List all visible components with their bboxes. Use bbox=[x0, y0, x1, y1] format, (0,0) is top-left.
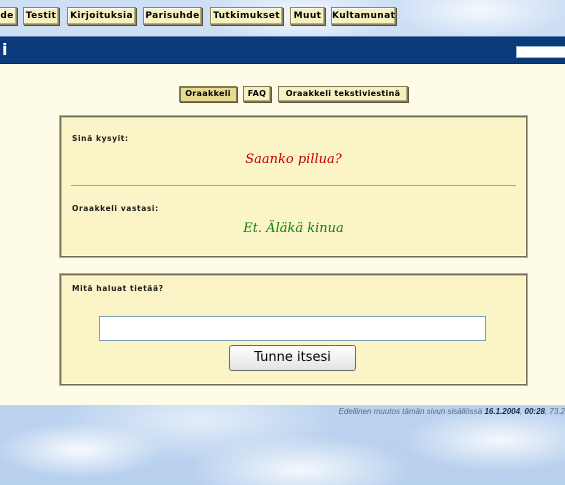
footer-date: 16.1.2004 bbox=[484, 407, 521, 416]
search-input[interactable] bbox=[516, 46, 565, 58]
nav-item-testit[interactable]: Testit bbox=[23, 7, 59, 25]
nav-item-tutkimukset[interactable]: Tutkimukset bbox=[210, 7, 283, 25]
last-modified-footer: Edellinen muutos tämän sivun sisällössä … bbox=[0, 407, 565, 416]
submit-button[interactable]: Tunne itsesi bbox=[229, 345, 356, 371]
nav-item-muut[interactable]: Muut bbox=[290, 7, 325, 25]
nav-item-de[interactable]: de bbox=[0, 7, 17, 25]
question-prompt-label: Mitä haluat tietää? bbox=[72, 284, 164, 293]
tab-oraakkeli-tekstiviestina[interactable]: Oraakkeli tekstiviestinä bbox=[278, 86, 408, 102]
oracle-result-box: Sinä kysyit: Saanko pillua? Oraakkeli va… bbox=[60, 116, 527, 257]
footer-time: 00:28 bbox=[524, 407, 545, 416]
ask-form-box: Mitä haluat tietää? Tunne itsesi bbox=[60, 274, 527, 385]
divider bbox=[71, 185, 516, 186]
asked-label: Sinä kysyit: bbox=[72, 134, 129, 143]
title-bar: i bbox=[0, 36, 565, 64]
footer-text: Edellinen muutos tämän sivun sisällössä bbox=[338, 407, 483, 416]
footer-suffix: , 73.2 bbox=[544, 407, 565, 416]
question-text: Saanko pillua? bbox=[245, 152, 342, 167]
tab-oraakkeli[interactable]: Oraakkeli bbox=[179, 86, 237, 102]
footer-separator: , bbox=[520, 407, 523, 416]
tab-faq[interactable]: FAQ bbox=[243, 86, 271, 102]
page-title: i bbox=[2, 40, 8, 59]
answered-label: Oraakkeli vastasi: bbox=[72, 204, 159, 213]
nav-item-parisuhde[interactable]: Parisuhde bbox=[143, 7, 202, 25]
nav-item-kirjoituksia[interactable]: Kirjoituksia bbox=[67, 7, 136, 25]
answer-text: Et. Äläkä kinua bbox=[243, 221, 344, 236]
question-input[interactable] bbox=[99, 316, 486, 341]
nav-item-kultamunat[interactable]: Kultamunat bbox=[331, 7, 396, 25]
